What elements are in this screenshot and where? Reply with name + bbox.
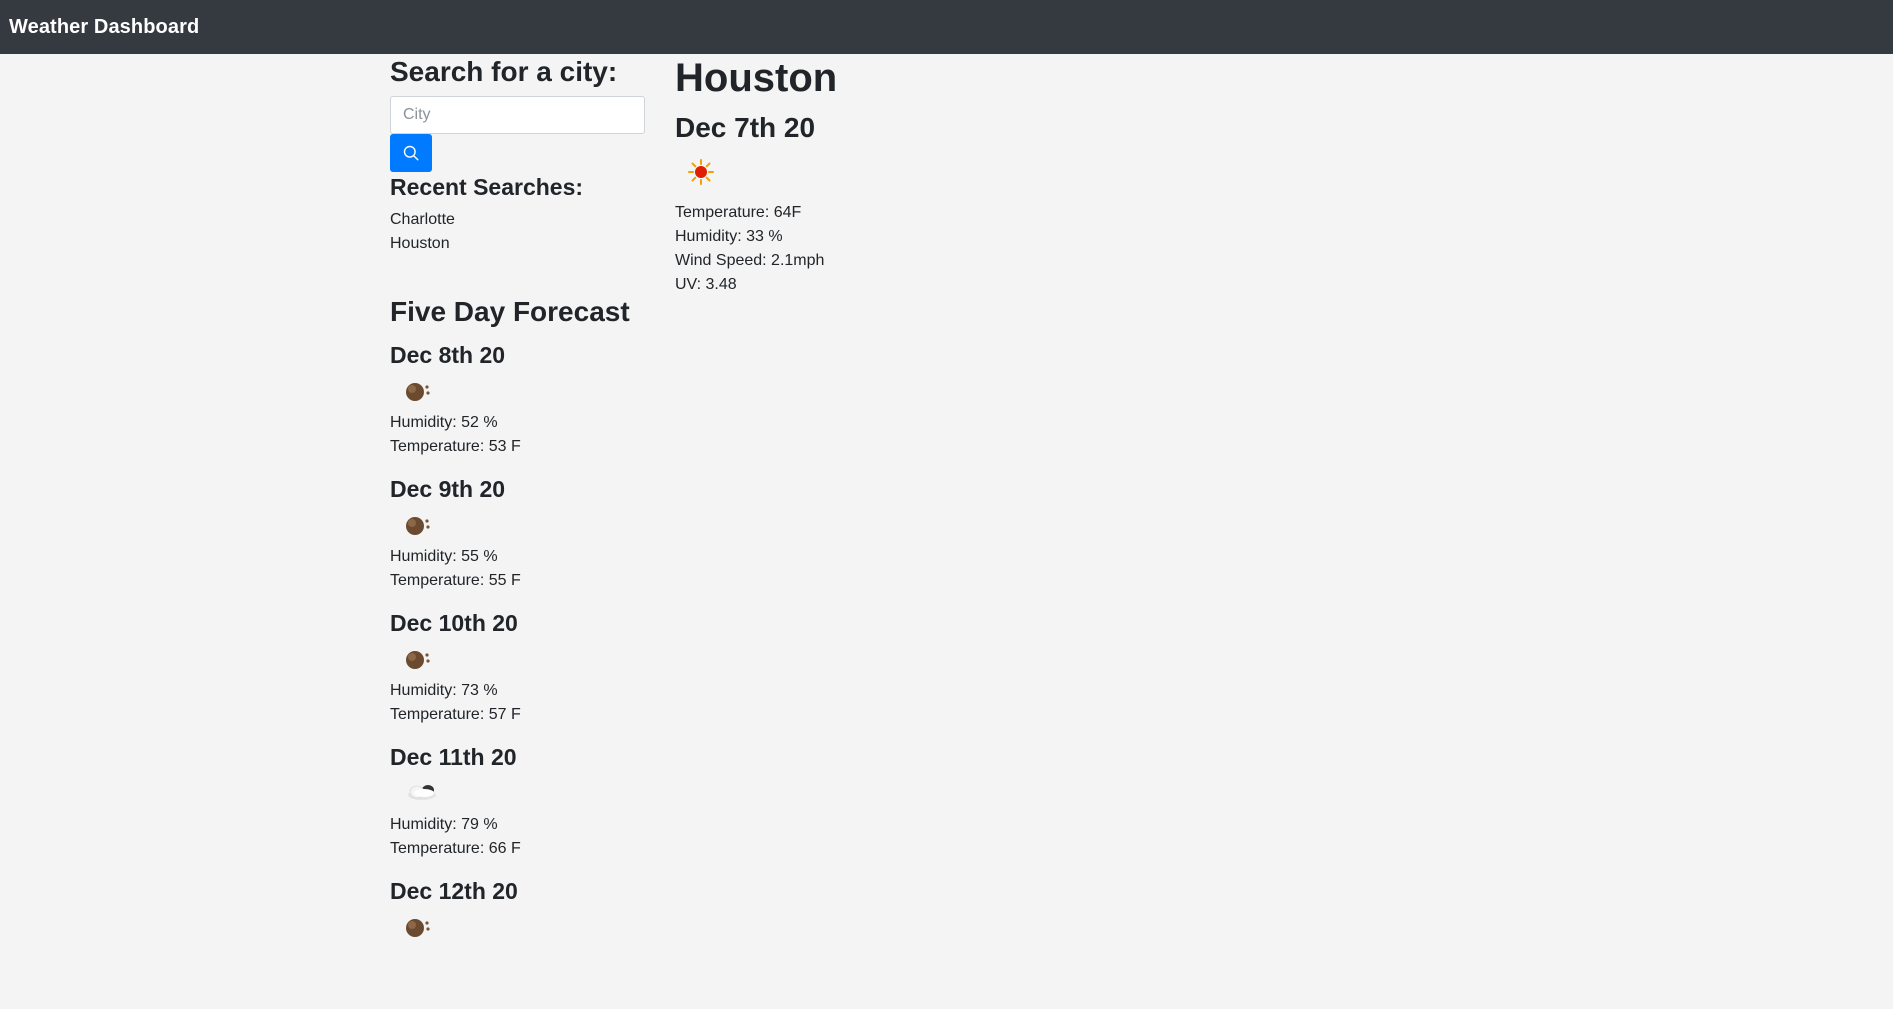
search-icon <box>403 145 419 161</box>
forecast-day: Dec 8th 20 Humidity: 52 % Temperature: 5… <box>390 339 521 473</box>
search-button[interactable] <box>390 134 432 172</box>
navbar: Weather Dashboard <box>0 0 1893 54</box>
forecast-list: Dec 8th 20 Humidity: 52 % Temperature: 5… <box>390 339 521 1009</box>
forecast-temperature: Temperature: 53 F <box>390 438 521 455</box>
current-details: Temperature: 64F Humidity: 33 % Wind Spe… <box>675 201 824 297</box>
forecast-date: Dec 12th 20 <box>390 878 518 904</box>
forecast-day: Dec 10th 20 Humidity: 73 % Temperature: … <box>390 607 521 741</box>
forecast-temperature: Temperature: 66 F <box>390 840 521 857</box>
recent-searches-heading: Recent Searches: <box>390 174 584 200</box>
forecast-date: Dec 9th 20 <box>390 476 506 502</box>
forecast-day: Dec 12th 20 <box>390 875 521 1009</box>
cloud-icon <box>390 773 450 813</box>
forecast-heading: Five Day Forecast <box>390 296 630 327</box>
moon-icon <box>390 639 450 679</box>
moon-icon <box>390 371 450 411</box>
forecast-humidity: Humidity: 55 % <box>390 548 498 565</box>
current-temperature: Temperature: 64F <box>675 204 802 221</box>
recent-search-item[interactable]: Houston <box>390 232 455 256</box>
forecast-date: Dec 8th 20 <box>390 342 506 368</box>
forecast-date: Dec 10th 20 <box>390 610 518 636</box>
current-humidity: Humidity: 33 % <box>675 228 783 245</box>
forecast-date: Dec 11th 20 <box>390 744 517 770</box>
recent-search-item[interactable]: Charlotte <box>390 208 455 232</box>
forecast-humidity: Humidity: 73 % <box>390 682 498 699</box>
forecast-temperature: Temperature: 57 F <box>390 706 521 723</box>
forecast-temperature: Temperature: 55 F <box>390 572 521 589</box>
recent-searches-list: Charlotte Houston <box>390 208 455 256</box>
current-date: Dec 7th 20 <box>675 112 816 143</box>
current-wind-speed: Wind Speed: 2.1mph <box>675 252 825 269</box>
search-heading: Search for a city: <box>390 56 618 87</box>
moon-icon <box>390 505 450 545</box>
app-title[interactable]: Weather Dashboard <box>9 16 199 39</box>
forecast-humidity: Humidity: 52 % <box>390 414 498 431</box>
city-search-input[interactable] <box>390 96 645 134</box>
current-city-name: Houston <box>675 56 838 100</box>
sun-icon <box>687 158 715 191</box>
moon-icon <box>390 907 450 947</box>
forecast-humidity: Humidity: 79 % <box>390 816 498 833</box>
forecast-day: Dec 9th 20 Humidity: 55 % Temperature: 5… <box>390 473 521 607</box>
forecast-day: Dec 11th 20 Humidity: 79 % Temperature: … <box>390 741 521 875</box>
current-uv-index: UV: 3.48 <box>675 276 737 293</box>
